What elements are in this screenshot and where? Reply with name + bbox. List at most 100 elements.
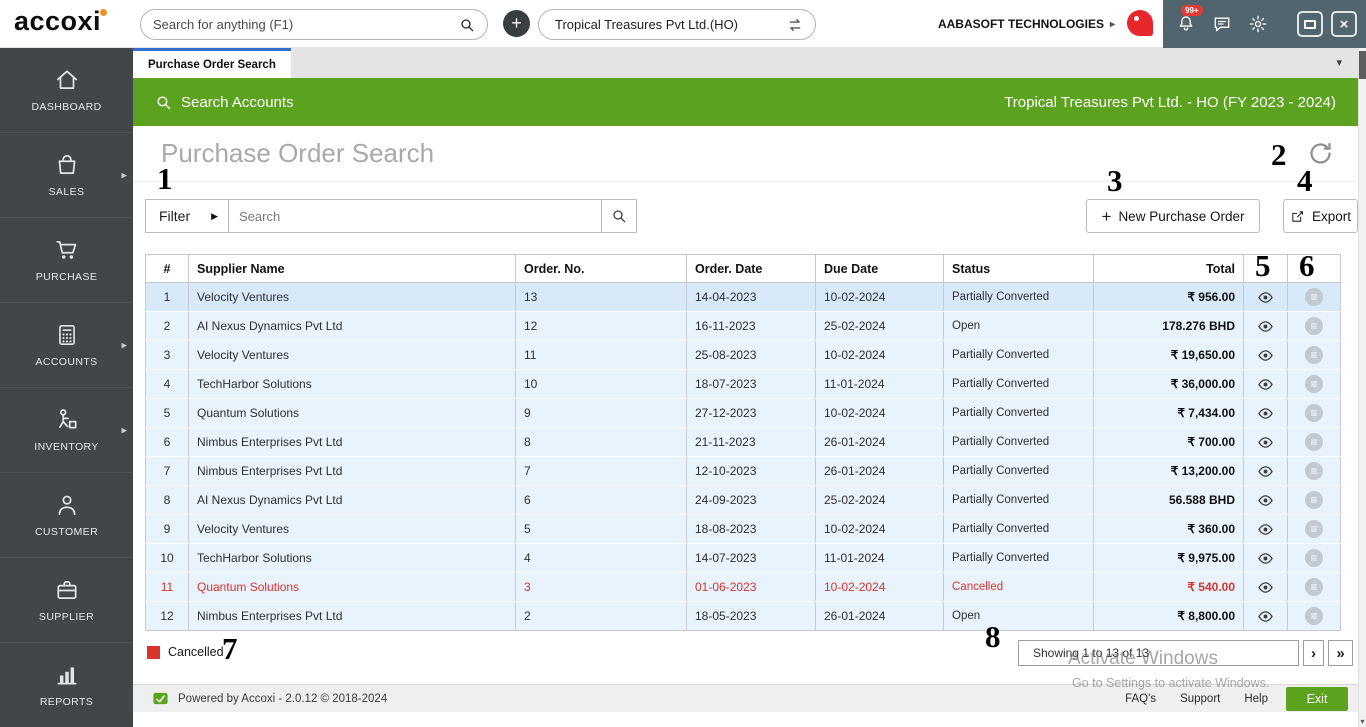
customer-icon: [54, 492, 80, 518]
table-row[interactable]: 3 Velocity Ventures 11 25-08-2023 10-02-2024…: [145, 340, 1341, 370]
chevron-right-icon: ▸: [121, 169, 127, 182]
new-purchase-order-button[interactable]: + New Purchase Order: [1086, 199, 1260, 233]
view-order-icon[interactable]: [1257, 376, 1274, 393]
view-order-icon[interactable]: [1257, 434, 1274, 451]
column-header-order-no[interactable]: Order. No.: [515, 254, 687, 283]
scrollbar-down-icon[interactable]: ▾: [1359, 717, 1366, 726]
view-cell: [1243, 340, 1288, 370]
supplier-name: Velocity Ventures: [188, 282, 516, 312]
tab-purchase-order-search[interactable]: Purchase Order Search: [133, 48, 291, 78]
top-bar: accoxi + Tropical Treasures Pvt Ltd.(HO)…: [0, 0, 1366, 48]
close-button[interactable]: ×: [1331, 11, 1357, 37]
table-row[interactable]: 8 AI Nexus Dynamics Pvt Ltd 6 24-09-2023 25-…: [145, 485, 1341, 515]
row-menu-icon[interactable]: ≡: [1305, 520, 1323, 538]
view-order-icon[interactable]: [1257, 347, 1274, 364]
view-cell: [1243, 485, 1288, 515]
table-row[interactable]: 4 TechHarbor Solutions 10 18-07-2023 11-01-2…: [145, 369, 1341, 399]
minimize-button[interactable]: [1297, 11, 1323, 37]
order-total: ₹ 36,000.00: [1093, 369, 1244, 399]
tab-strip: Purchase Order Search ▾: [133, 48, 1358, 78]
company-selector[interactable]: Tropical Treasures Pvt Ltd.(HO): [538, 9, 816, 40]
pagination-last-button[interactable]: »: [1328, 640, 1353, 666]
pagination-next-button[interactable]: ›: [1303, 640, 1324, 666]
row-menu-icon[interactable]: ≡: [1305, 375, 1323, 393]
table-search-input[interactable]: [228, 199, 602, 233]
settings-icon[interactable]: [1248, 14, 1268, 34]
table-row[interactable]: 1 Velocity Ventures 13 14-04-2023 10-02-2024…: [145, 282, 1341, 312]
footer-link-support[interactable]: Support: [1180, 693, 1220, 705]
row-number: 4: [145, 369, 189, 399]
chevron-right-icon: ▸: [1109, 18, 1115, 30]
sidebar-item-purchase[interactable]: PURCHASE: [0, 218, 133, 303]
table-row[interactable]: 9 Velocity Ventures 5 18-08-2023 10-02-2024 P…: [145, 514, 1341, 544]
sidebar-item-supplier[interactable]: SUPPLIER: [0, 558, 133, 643]
row-menu-icon[interactable]: ≡: [1305, 404, 1323, 422]
view-order-icon[interactable]: [1257, 579, 1274, 596]
view-order-icon[interactable]: [1257, 318, 1274, 335]
global-search-input[interactable]: [153, 17, 459, 32]
view-cell: [1243, 369, 1288, 399]
column-header-supplier-name[interactable]: Supplier Name: [188, 254, 516, 283]
view-order-icon[interactable]: [1257, 492, 1274, 509]
row-menu-icon[interactable]: ≡: [1305, 346, 1323, 364]
order-total: ₹ 540.00: [1093, 572, 1244, 602]
view-order-icon[interactable]: [1257, 405, 1274, 422]
order-date: 24-09-2023: [686, 485, 816, 515]
row-menu-icon[interactable]: ≡: [1305, 549, 1323, 567]
view-order-icon[interactable]: [1257, 521, 1274, 538]
refresh-icon[interactable]: [1307, 140, 1334, 167]
row-number: 7: [145, 456, 189, 486]
table-row[interactable]: 12 Nimbus Enterprises Pvt Ltd 2 18-05-2023 2…: [145, 601, 1341, 631]
view-order-icon[interactable]: [1257, 289, 1274, 306]
export-button[interactable]: Export: [1283, 199, 1358, 233]
column-header-status[interactable]: Status: [943, 254, 1094, 283]
order-status: Cancelled: [943, 572, 1094, 602]
footer-link-faqs[interactable]: FAQ's: [1125, 693, 1156, 705]
view-order-icon[interactable]: [1257, 550, 1274, 567]
row-menu-icon[interactable]: ≡: [1305, 491, 1323, 509]
table-search-button[interactable]: [601, 199, 637, 233]
table-row[interactable]: 7 Nimbus Enterprises Pvt Ltd 7 12-10-2023 26…: [145, 456, 1341, 486]
tab-list-caret-icon[interactable]: ▾: [1336, 56, 1342, 69]
order-status: Partially Converted: [943, 427, 1094, 457]
order-number: 2: [515, 601, 687, 631]
sidebar-item-inventory[interactable]: INVENTORY ▸: [0, 388, 133, 473]
column-header-due-date[interactable]: Due Date: [815, 254, 944, 283]
sidebar-item-accounts[interactable]: ACCOUNTS ▸: [0, 303, 133, 388]
search-accounts-icon: [155, 94, 172, 111]
column-header-order-date[interactable]: Order. Date: [686, 254, 816, 283]
sidebar-item-sales[interactable]: SALES ▸: [0, 133, 133, 218]
table-row[interactable]: 11 Quantum Solutions 3 01-06-2023 10-02-2024…: [145, 572, 1341, 602]
sidebar-item-label: PURCHASE: [35, 271, 98, 283]
messages-icon[interactable]: [1212, 14, 1232, 34]
view-order-icon[interactable]: [1257, 463, 1274, 480]
table-row[interactable]: 5 Quantum Solutions 9 27-12-2023 10-02-2024 P…: [145, 398, 1341, 428]
chevron-right-icon: ▸: [121, 339, 127, 352]
notifications-icon[interactable]: [1176, 14, 1196, 34]
quick-add-button[interactable]: +: [503, 10, 530, 37]
column-header-total[interactable]: Total: [1093, 254, 1244, 283]
sidebar-item-reports[interactable]: REPORTS: [0, 643, 133, 727]
table-row[interactable]: 6 Nimbus Enterprises Pvt Ltd 8 21-11-2023 26…: [145, 427, 1341, 457]
footer-link-help[interactable]: Help: [1244, 693, 1268, 705]
scrollbar-thumb[interactable]: [1359, 51, 1366, 79]
exit-button[interactable]: Exit: [1286, 686, 1348, 711]
filter-button[interactable]: Filter ▶: [145, 199, 229, 233]
cancelled-color-swatch: [147, 645, 160, 659]
table-row[interactable]: 10 TechHarbor Solutions 4 14-07-2023 11-01-2…: [145, 543, 1341, 573]
export-icon: [1290, 209, 1305, 224]
row-menu-icon[interactable]: ≡: [1305, 578, 1323, 596]
table-row[interactable]: 2 AI Nexus Dynamics Pvt Ltd 12 16-11-2023 25…: [145, 311, 1341, 341]
page-title-row: Purchase Order Search: [133, 126, 1358, 182]
sidebar-item-customer[interactable]: CUSTOMER: [0, 473, 133, 558]
view-order-icon[interactable]: [1257, 608, 1274, 625]
pagination-summary[interactable]: Showing 1 to 13 of 13: [1018, 640, 1299, 666]
organization-selector[interactable]: AABASOFT TECHNOLOGIES ▸: [930, 0, 1115, 48]
row-menu-icon[interactable]: ≡: [1305, 462, 1323, 480]
row-menu-icon[interactable]: ≡: [1305, 607, 1323, 625]
column-header-[interactable]: #: [145, 254, 189, 283]
sidebar-item-dashboard[interactable]: DASHBOARD: [0, 48, 133, 133]
row-menu-icon[interactable]: ≡: [1305, 288, 1323, 306]
row-menu-icon[interactable]: ≡: [1305, 433, 1323, 451]
row-menu-icon[interactable]: ≡: [1305, 317, 1323, 335]
